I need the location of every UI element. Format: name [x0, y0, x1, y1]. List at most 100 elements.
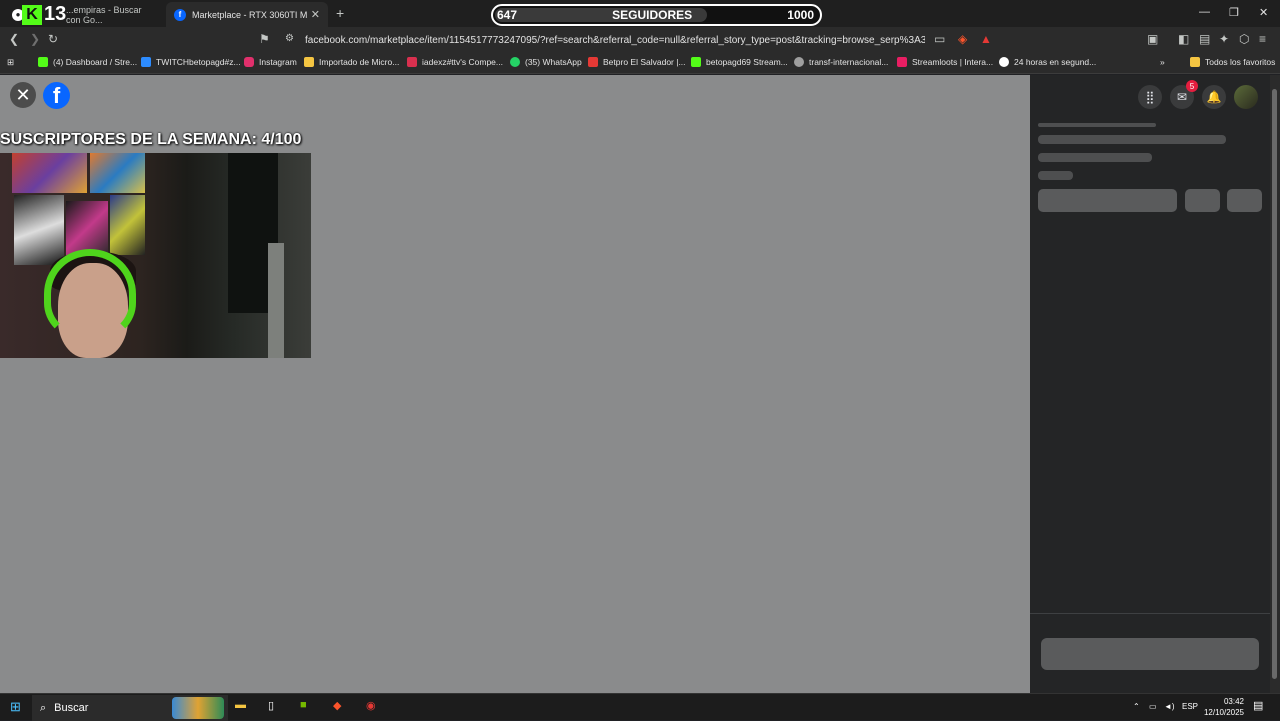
extension-icon[interactable]: ▤ — [1199, 32, 1210, 46]
notification-center-icon[interactable]: ▤ — [1253, 699, 1263, 712]
nvidia-icon[interactable]: ■ — [300, 699, 307, 711]
bookmark-label: transf-internacional... — [809, 57, 889, 67]
kick-count: 13 — [44, 3, 67, 25]
loading-placeholder — [1038, 171, 1073, 180]
maximize-icon[interactable]: ❐ — [1229, 6, 1239, 19]
menu-icon[interactable]: ≡ — [1259, 32, 1266, 46]
bookmark-favicon-icon — [588, 57, 598, 67]
browser-tab-bar: ● ...empiras - Buscar con Go... f Market… — [0, 0, 1280, 27]
wallet-icon[interactable]: ▣ — [1147, 32, 1158, 46]
google-icon — [999, 57, 1009, 67]
brave-shield-icon[interactable]: ◈ — [958, 32, 967, 46]
poster-image — [12, 153, 87, 193]
rewards-icon[interactable]: ▲ — [980, 32, 992, 46]
bookmark-item[interactable]: Instagram — [244, 57, 297, 67]
loading-button-placeholder — [1185, 189, 1220, 212]
tab-label: ...empiras - Buscar con Go... — [66, 4, 142, 25]
back-icon[interactable]: ❮ — [9, 32, 19, 46]
sidebar-icon[interactable]: ◧ — [1178, 32, 1189, 46]
facebook-tab-icon: f — [174, 8, 186, 21]
message-input-placeholder[interactable] — [1041, 638, 1259, 670]
address-bar[interactable]: ⚙ facebook.com/marketplace/item/11545177… — [279, 29, 999, 51]
bookmark-item[interactable]: Importado de Micro... — [304, 57, 399, 67]
bookmark-label: 24 horas en segund... — [1014, 57, 1097, 67]
bookmark-label: Instagram — [259, 57, 297, 67]
bookmark-label: (35) WhatsApp — [525, 57, 582, 67]
new-tab-button[interactable]: + — [336, 5, 344, 21]
bookmark-favicon-icon — [141, 57, 151, 67]
volume-icon[interactable]: ◄) — [1164, 702, 1175, 711]
bookmark-item[interactable]: Streamloots | Intera... — [897, 57, 993, 67]
file-explorer-icon[interactable]: ▬ — [235, 699, 246, 711]
clock-time: 03:42 — [1223, 697, 1244, 706]
bookmark-favicon-icon — [897, 57, 907, 67]
bookmark-item[interactable]: TWITCHbetopagd#z... — [141, 57, 241, 67]
bookmarks-bar: ⊞ (4) Dashboard / Stre... TWITCHbetopagd… — [0, 53, 1280, 74]
minimize-icon[interactable]: — — [1199, 6, 1210, 18]
close-tab-icon[interactable]: ✕ — [311, 8, 320, 21]
menu-grid-icon[interactable]: ⣿ — [1138, 85, 1162, 109]
reload-icon[interactable]: ↻ — [48, 32, 58, 46]
site-info-icon[interactable]: ⚙ — [285, 33, 294, 44]
kick-counter-overlay: K 13 — [22, 3, 66, 26]
instagram-icon — [244, 57, 254, 67]
vpn-icon[interactable]: ⬡ — [1239, 32, 1249, 46]
forward-icon[interactable]: ❯ — [30, 32, 40, 46]
scrollbar-thumb[interactable] — [1272, 89, 1277, 679]
network-icon[interactable]: ▭ — [1149, 702, 1157, 711]
bookmark-item[interactable]: betopagd69 Stream... — [691, 57, 788, 67]
close-window-icon[interactable]: ✕ — [1259, 6, 1268, 19]
bookmark-label: Importado de Micro... — [319, 57, 400, 67]
windows-start-icon[interactable]: ⊞ — [10, 699, 21, 715]
search-icon: ⌕ — [40, 701, 47, 714]
kick-icon — [38, 57, 48, 67]
globe-icon — [794, 57, 804, 67]
bookmark-item[interactable]: Todos los favoritos — [1190, 57, 1275, 67]
clock[interactable]: 03:42 12/10/2025 — [1200, 696, 1244, 718]
bookmark-item[interactable]: (4) Dashboard / Stre... — [38, 57, 137, 67]
bookmark-item[interactable]: Betpro El Salvador |... — [588, 57, 686, 67]
brave-browser-icon[interactable]: ◆ — [333, 699, 341, 712]
close-button[interactable]: ✕ — [10, 82, 36, 108]
tab-label: Marketplace - RTX 3060TI MSI 8... — [192, 9, 307, 20]
bookmark-item[interactable]: (35) WhatsApp — [510, 57, 582, 67]
facebook-logo-icon[interactable]: f — [43, 82, 70, 109]
poster-image — [14, 195, 64, 265]
poster-image — [110, 195, 145, 255]
bookmark-item[interactable]: iadexz#ttv's Compe... — [407, 57, 503, 67]
cast-icon[interactable]: ▭ — [934, 32, 945, 46]
loading-placeholder — [1038, 153, 1152, 162]
bookmark-item[interactable]: transf-internacional... — [794, 57, 888, 67]
bookmark-icon[interactable]: ⚑ — [259, 32, 270, 46]
search-placeholder: Buscar — [54, 702, 89, 714]
browser-toolbar: ❮ ❯ ↻ ⚑ ⚙ facebook.com/marketplace/item/… — [0, 27, 1280, 53]
notifications-icon[interactable]: 🔔 — [1202, 85, 1226, 109]
apps-icon[interactable]: ⊞ — [7, 57, 14, 68]
more-bookmarks-icon[interactable]: » — [1160, 57, 1165, 67]
avatar[interactable] — [1234, 85, 1258, 109]
goal-label: SEGUIDORES — [612, 8, 693, 22]
language-indicator[interactable]: ESP — [1182, 702, 1198, 711]
tab-marketplace[interactable]: f Marketplace - RTX 3060TI MSI 8... ✕ — [166, 2, 328, 27]
poster-image — [90, 153, 145, 193]
sidebar-divider — [1030, 613, 1270, 614]
folder-icon — [304, 57, 314, 67]
marketplace-viewer: ✕ f SUSCRIPTORES DE LA SEMANA: 4/100 — [0, 75, 1030, 693]
tray-chevron-icon[interactable]: ⌃ — [1133, 702, 1140, 711]
leo-icon[interactable]: ✦ — [1219, 32, 1229, 46]
scrollbar[interactable] — [1270, 75, 1280, 693]
loading-placeholder — [1038, 123, 1156, 127]
bookmark-favicon-icon — [407, 57, 417, 67]
notification-badge: 5 — [1186, 80, 1198, 92]
clock-date: 12/10/2025 — [1203, 708, 1244, 717]
search-highlight-image — [172, 697, 224, 719]
goal-target: 1000 — [787, 8, 814, 22]
loading-button-placeholder — [1227, 189, 1262, 212]
webcam-feed — [0, 153, 311, 358]
notepad-icon[interactable]: ▯ — [268, 699, 274, 712]
goal-current: 647 — [497, 8, 518, 22]
taskbar-search[interactable]: ⌕ Buscar — [32, 695, 228, 721]
bookmark-item[interactable]: 24 horas en segund... — [999, 57, 1096, 67]
door-frame — [268, 243, 284, 358]
obs-icon[interactable]: ◉ — [366, 699, 376, 712]
